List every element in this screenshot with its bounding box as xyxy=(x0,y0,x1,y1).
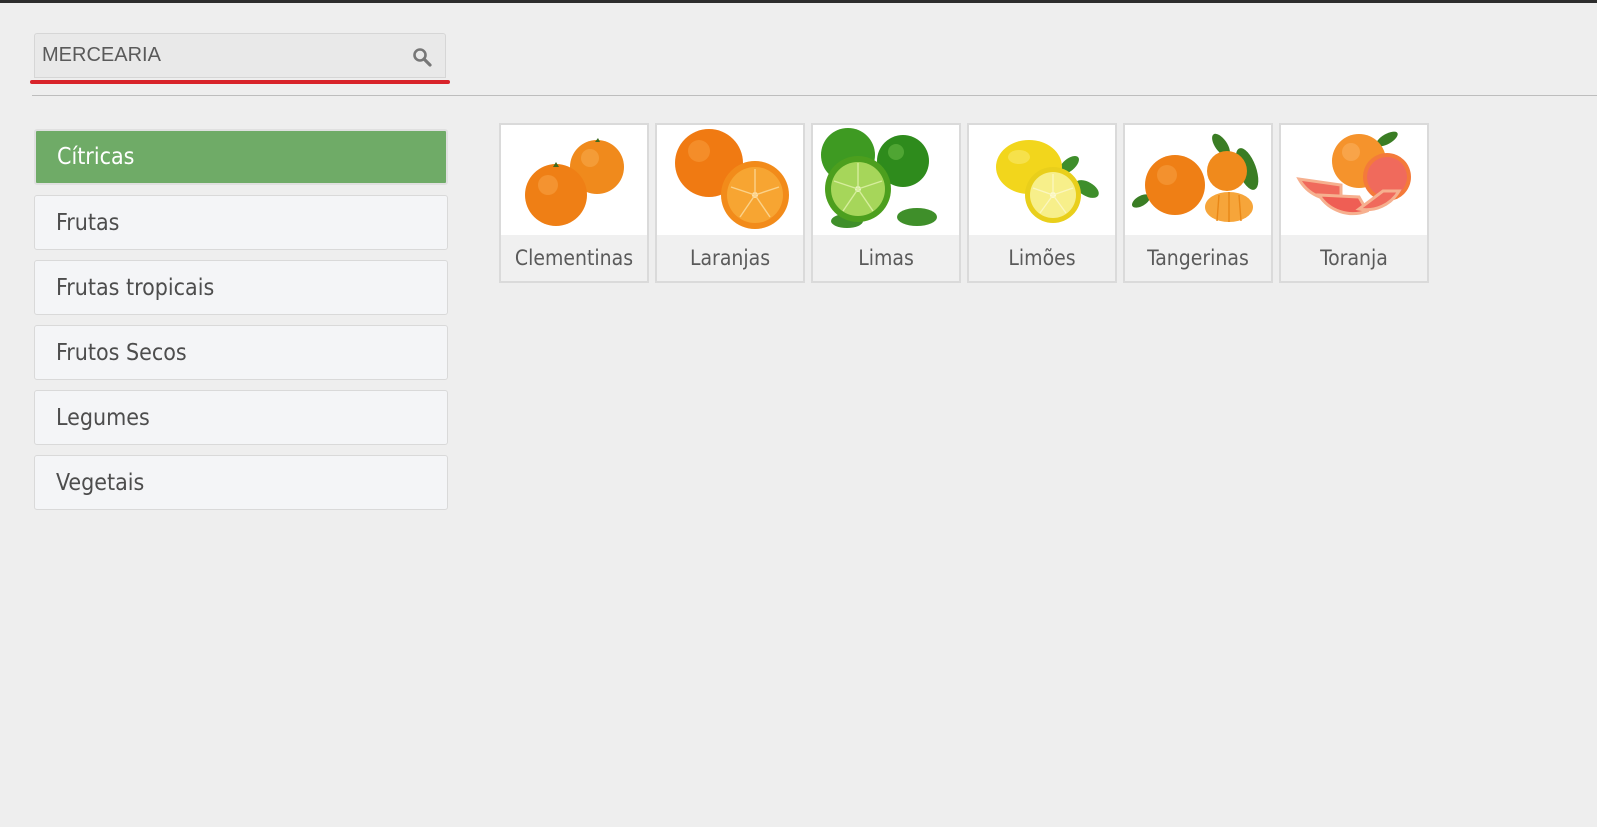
category-item-vegetais[interactable]: Vegetais xyxy=(34,455,448,510)
search-input[interactable]: MERCEARIA xyxy=(42,44,161,67)
header-divider xyxy=(32,95,1597,96)
clementine-image xyxy=(501,125,647,235)
category-label: Vegetais xyxy=(56,469,145,496)
lemon-image xyxy=(969,125,1115,235)
search-icon[interactable] xyxy=(411,46,433,68)
category-item-frutas-tropicais[interactable]: Frutas tropicais xyxy=(34,260,448,315)
category-item-legumes[interactable]: Legumes xyxy=(34,390,448,445)
search-underline xyxy=(30,80,450,84)
product-card-toranja[interactable]: Toranja xyxy=(1279,123,1429,283)
category-item-citricas[interactable]: Cítricas xyxy=(34,129,448,185)
search-field[interactable]: MERCEARIA xyxy=(34,33,446,78)
product-label: Limas xyxy=(858,246,914,270)
product-label: Tangerinas xyxy=(1147,246,1249,270)
category-label: Frutas tropicais xyxy=(56,274,215,301)
category-list: Cítricas Frutas Frutas tropicais Frutos … xyxy=(34,129,448,520)
category-label: Frutos Secos xyxy=(56,339,187,366)
category-item-frutos-secos[interactable]: Frutos Secos xyxy=(34,325,448,380)
product-card-tangerinas[interactable]: Tangerinas xyxy=(1123,123,1273,283)
lime-image xyxy=(813,125,959,235)
orange-image xyxy=(657,125,803,235)
product-card-limas[interactable]: Limas xyxy=(811,123,961,283)
tangerine-image xyxy=(1125,125,1271,235)
product-grid: Clementinas Laranjas Limas Limões Tanger… xyxy=(499,123,1435,283)
category-label: Legumes xyxy=(56,404,150,431)
category-label: Cítricas xyxy=(57,144,135,170)
product-label: Toranja xyxy=(1320,246,1388,270)
category-label: Frutas xyxy=(56,209,120,236)
product-label: Laranjas xyxy=(689,246,771,270)
product-card-laranjas[interactable]: Laranjas xyxy=(655,123,805,283)
grapefruit-image xyxy=(1281,125,1427,235)
product-card-clementinas[interactable]: Clementinas xyxy=(499,123,649,283)
category-item-frutas[interactable]: Frutas xyxy=(34,195,448,250)
product-label: Clementinas xyxy=(514,246,634,270)
product-card-limoes[interactable]: Limões xyxy=(967,123,1117,283)
product-label: Limões xyxy=(1008,246,1076,270)
top-bar xyxy=(0,0,1597,3)
